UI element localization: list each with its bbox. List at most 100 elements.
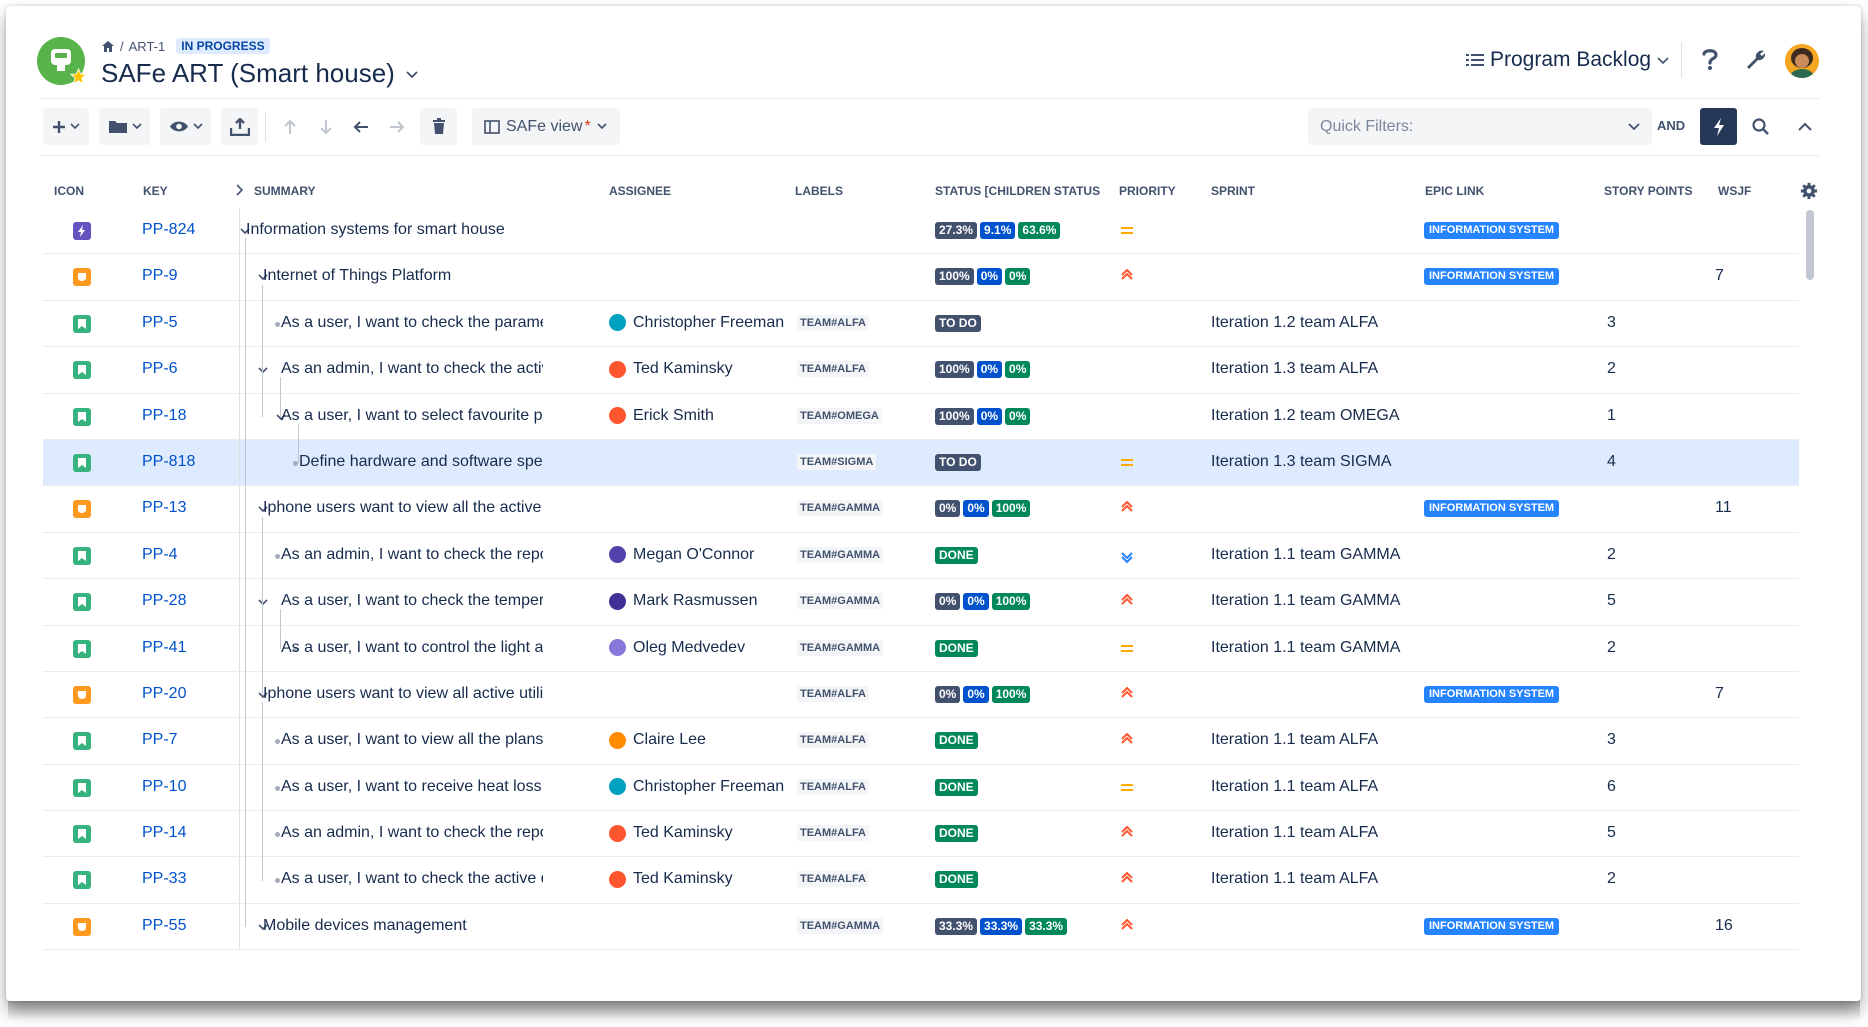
label-tag[interactable]: TEAM#OMEGA bbox=[797, 407, 882, 424]
assignee[interactable]: Erick Smith bbox=[609, 407, 714, 425]
label-tag[interactable]: TEAM#GAMMA bbox=[797, 917, 884, 934]
assignee[interactable]: Megan O'Connor bbox=[609, 546, 754, 564]
column-header-assignee[interactable]: ASSIGNEE bbox=[609, 184, 671, 198]
quick-filters-select[interactable]: Quick Filters: bbox=[1308, 108, 1652, 145]
issue-summary[interactable]: As an admin, I want to check the report … bbox=[281, 824, 543, 842]
table-row[interactable]: PP-28 As a user, I want to check the temp… bbox=[43, 579, 1799, 626]
sprint[interactable]: Iteration 1.1 team GAMMA bbox=[1211, 639, 1400, 657]
breadcrumb-key[interactable]: ART-1 bbox=[129, 39, 166, 54]
epic-link[interactable]: INFORMATION SYSTEM bbox=[1424, 222, 1560, 239]
issue-summary[interactable]: As an admin, I want to check the activit… bbox=[281, 360, 543, 378]
page-title[interactable]: SAFe ART (Smart house) bbox=[101, 58, 419, 89]
label-tag[interactable]: TEAM#GAMMA bbox=[797, 639, 884, 656]
issue-key[interactable]: PP-13 bbox=[142, 499, 186, 517]
issue-key[interactable]: PP-824 bbox=[142, 221, 195, 239]
export-button[interactable] bbox=[221, 108, 258, 145]
issue-summary[interactable]: As a user, I want to check the temperatu… bbox=[281, 592, 543, 610]
issue-summary[interactable]: As an admin, I want to check the report … bbox=[281, 546, 543, 564]
issue-summary[interactable]: As a user, I want to select favourite pr… bbox=[281, 407, 543, 425]
sprint[interactable]: Iteration 1.1 team ALFA bbox=[1211, 778, 1378, 796]
column-header-status[interactable]: STATUS [CHILDREN STATUS bbox=[935, 184, 1100, 198]
move-down-button[interactable] bbox=[311, 108, 341, 145]
issue-key[interactable]: PP-5 bbox=[142, 314, 178, 332]
table-row[interactable]: PP-10 As a user, I want to receive heat l… bbox=[43, 764, 1799, 812]
epic-link[interactable]: INFORMATION SYSTEM bbox=[1424, 268, 1560, 286]
table-row[interactable]: PP-20 Iphone users want to view all activ… bbox=[43, 671, 1799, 719]
column-header-icon[interactable]: ICON bbox=[54, 184, 84, 198]
chevron-right-icon[interactable] bbox=[235, 184, 243, 196]
gear-icon[interactable] bbox=[1800, 182, 1818, 200]
column-header-sprint[interactable]: SPRINT bbox=[1211, 184, 1255, 198]
sprint[interactable]: Iteration 1.1 team ALFA bbox=[1211, 870, 1378, 888]
issue-key[interactable]: PP-10 bbox=[142, 778, 186, 796]
epic-link[interactable]: INFORMATION SYSTEM bbox=[1424, 500, 1560, 518]
sprint[interactable]: Iteration 1.2 team ALFA bbox=[1211, 314, 1378, 332]
assignee[interactable]: Christopher Freeman bbox=[609, 778, 784, 796]
assignee[interactable]: Ted Kaminsky bbox=[609, 824, 733, 842]
issue-key[interactable]: PP-6 bbox=[142, 360, 178, 378]
issue-summary[interactable]: Mobile devices management bbox=[263, 917, 467, 935]
assignee[interactable]: Ted Kaminsky bbox=[609, 870, 733, 888]
assignee[interactable]: Oleg Medvedev bbox=[609, 639, 745, 657]
issue-key[interactable]: PP-818 bbox=[142, 453, 195, 471]
user-avatar[interactable] bbox=[1785, 44, 1819, 78]
assignee[interactable]: Ted Kaminsky bbox=[609, 360, 733, 378]
star-icon[interactable] bbox=[70, 68, 87, 85]
assignee[interactable]: Mark Rasmussen bbox=[609, 592, 757, 610]
issue-summary[interactable]: As a user, I want to control the light a… bbox=[281, 639, 543, 657]
board-switcher[interactable]: Program Backlog bbox=[1466, 48, 1669, 72]
sprint[interactable]: Iteration 1.1 team ALFA bbox=[1211, 824, 1378, 842]
label-tag[interactable]: TEAM#ALFA bbox=[797, 314, 869, 331]
assignee[interactable]: Claire Lee bbox=[609, 731, 706, 749]
issue-summary[interactable]: Iphone users want to view all active uti… bbox=[263, 685, 543, 703]
issue-key[interactable]: PP-9 bbox=[142, 267, 178, 285]
outdent-button[interactable] bbox=[346, 108, 376, 145]
sprint[interactable]: Iteration 1.1 team GAMMA bbox=[1211, 546, 1400, 564]
issue-key[interactable]: PP-28 bbox=[142, 592, 186, 610]
assignee[interactable]: Christopher Freeman bbox=[609, 314, 784, 332]
filter-operator-toggle[interactable]: AND bbox=[1657, 118, 1685, 133]
table-row[interactable]: PP-4 As an admin, I want to check the rep… bbox=[43, 532, 1799, 580]
table-row[interactable]: PP-41 As a user, I want to control the li… bbox=[43, 625, 1799, 672]
view-select[interactable]: SAFe view * bbox=[472, 108, 620, 145]
table-row[interactable]: PP-7 As a user, I want to view all the pl… bbox=[43, 718, 1799, 765]
sprint[interactable]: Iteration 1.3 team SIGMA bbox=[1211, 453, 1392, 471]
issue-summary[interactable]: Internet of Things Platform bbox=[263, 267, 451, 285]
table-row[interactable]: PP-55 Mobile devices management TEAM#GAMMA… bbox=[43, 903, 1799, 951]
home-icon[interactable] bbox=[101, 40, 115, 53]
issue-summary[interactable]: Define hardware and software specs bbox=[299, 453, 543, 471]
column-header-wsjf[interactable]: WSJF bbox=[1718, 184, 1751, 198]
structure-button[interactable] bbox=[99, 108, 150, 145]
automation-button[interactable] bbox=[1700, 108, 1737, 145]
label-tag[interactable]: TEAM#ALFA bbox=[797, 685, 869, 702]
column-header-epic-link[interactable]: EPIC LINK bbox=[1425, 184, 1484, 198]
epic-link[interactable]: INFORMATION SYSTEM bbox=[1424, 685, 1560, 703]
issue-summary[interactable]: Information systems for smart house bbox=[246, 221, 505, 239]
table-row[interactable]: PP-824 Information systems for smart hous… bbox=[43, 208, 1799, 255]
help-button[interactable] bbox=[1695, 44, 1725, 74]
issue-key[interactable]: PP-41 bbox=[142, 639, 186, 657]
table-row[interactable]: PP-5 As a user, I want to check the param… bbox=[43, 300, 1799, 348]
label-tag[interactable]: TEAM#ALFA bbox=[797, 871, 869, 888]
view-options-button[interactable] bbox=[160, 108, 211, 145]
table-row[interactable]: PP-9 Internet of Things Platform 100% 0% 0% I… bbox=[43, 254, 1799, 301]
issue-summary[interactable]: As a user, I want to check the active de… bbox=[281, 870, 543, 888]
sprint[interactable]: Iteration 1.3 team ALFA bbox=[1211, 360, 1378, 378]
delete-button[interactable] bbox=[420, 108, 457, 145]
sprint[interactable]: Iteration 1.1 team ALFA bbox=[1211, 731, 1378, 749]
issue-key[interactable]: PP-7 bbox=[142, 731, 178, 749]
sprint[interactable]: Iteration 1.1 team GAMMA bbox=[1211, 592, 1400, 610]
label-tag[interactable]: TEAM#GAMMA bbox=[797, 593, 884, 610]
table-row[interactable]: PP-18 As a user, I want to select favouri… bbox=[43, 393, 1799, 440]
issue-summary[interactable]: As a user, I want to receive heat loss a… bbox=[281, 778, 543, 796]
issue-key[interactable]: PP-33 bbox=[142, 870, 186, 888]
label-tag[interactable]: TEAM#SIGMA bbox=[797, 453, 877, 470]
label-tag[interactable]: TEAM#GAMMA bbox=[797, 546, 884, 563]
issue-key[interactable]: PP-4 bbox=[142, 546, 178, 564]
issue-summary[interactable]: As a user, I want to view all the plans bbox=[281, 731, 543, 749]
create-button[interactable] bbox=[43, 108, 89, 145]
indent-button[interactable] bbox=[382, 108, 412, 145]
move-up-button[interactable] bbox=[275, 108, 305, 145]
scrollbar[interactable] bbox=[1806, 210, 1814, 280]
settings-button[interactable] bbox=[1741, 44, 1771, 74]
